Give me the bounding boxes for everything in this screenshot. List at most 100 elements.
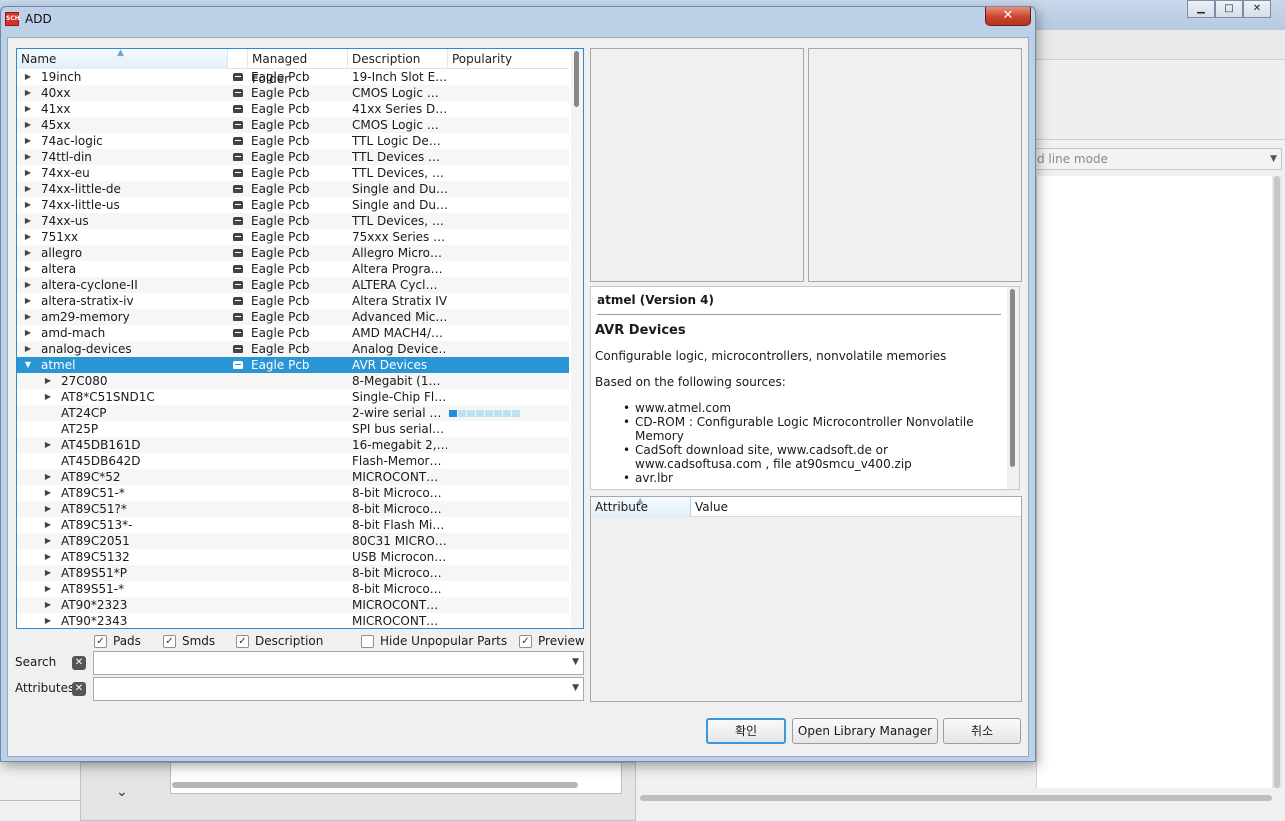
tree-row[interactable]: ▶ 751xx Eagle Pcb 75xxx Series … bbox=[17, 229, 569, 245]
chevron-down-icon[interactable]: ▼ bbox=[572, 683, 579, 693]
description-checkbox[interactable]: ✓ Description bbox=[236, 634, 323, 648]
tree-row[interactable]: ▶ am29-memory Eagle Pcb Advanced Mic… bbox=[17, 309, 569, 325]
tree-row[interactable]: ▶ 74xx-little-us Eagle Pcb Single and Du… bbox=[17, 197, 569, 213]
expand-arrow-icon[interactable]: ▶ bbox=[42, 533, 54, 549]
expand-arrow-icon[interactable]: ▶ bbox=[42, 389, 54, 405]
tree-row[interactable]: ▶ 19inch Eagle Pcb 19-Inch Slot E… bbox=[17, 69, 569, 85]
column-header-value[interactable]: Value bbox=[691, 497, 1021, 517]
tree-vertical-scrollbar[interactable] bbox=[571, 49, 583, 628]
collapse-arrow-icon[interactable]: ▼ bbox=[22, 357, 34, 373]
line-mode-combo[interactable]: d line mode ▼ bbox=[1020, 148, 1282, 170]
attributes-input[interactable]: ▼ bbox=[93, 677, 584, 701]
background-bottom-scrollbar[interactable] bbox=[172, 782, 578, 788]
expand-arrow-icon[interactable]: ▶ bbox=[22, 325, 34, 341]
expand-arrow-icon[interactable]: ▶ bbox=[42, 613, 54, 628]
expand-arrow-icon[interactable]: ▶ bbox=[42, 485, 54, 501]
tree-row[interactable]: ▶ altera-cyclone-II Eagle Pcb ALTERA Cycl… bbox=[17, 277, 569, 293]
tree-row[interactable]: ▶ AT8*C51SND1C Single-Chip Fl… bbox=[17, 389, 569, 405]
expand-arrow-icon[interactable]: ▶ bbox=[22, 149, 34, 165]
hide-unpopular-checkbox[interactable]: Hide Unpopular Parts bbox=[361, 634, 507, 648]
expand-chevron-icon[interactable]: ⌄ bbox=[116, 784, 128, 800]
expand-arrow-icon[interactable]: ▶ bbox=[42, 501, 54, 517]
tree-row[interactable]: ▶ altera Eagle Pcb Altera Progra… bbox=[17, 261, 569, 277]
preview-checkbox[interactable]: ✓ Preview bbox=[519, 634, 585, 648]
clear-search-icon[interactable]: ✕ bbox=[72, 656, 86, 670]
description-check-box[interactable]: ✓ bbox=[236, 634, 249, 648]
column-header-attribute[interactable]: Attribute ▲ bbox=[591, 496, 691, 517]
tree-row[interactable]: ▶ 74xx-little-de Eagle Pcb Single and Du… bbox=[17, 181, 569, 197]
info-vertical-scrollbar[interactable] bbox=[1007, 287, 1019, 489]
tree-row[interactable]: ▶ 74ttl-din Eagle Pcb TTL Devices … bbox=[17, 149, 569, 165]
tree-row[interactable]: ▶ analog-devices Eagle Pcb Analog Device… bbox=[17, 341, 569, 357]
tree-row[interactable]: ▶ AT89C2051 80C31 MICRO… bbox=[17, 533, 569, 549]
tree-row[interactable]: ▶ 45xx Eagle Pcb CMOS Logic … bbox=[17, 117, 569, 133]
hide-unpopular-check-box[interactable] bbox=[361, 634, 374, 648]
pads-checkbox[interactable]: ✓ Pads bbox=[94, 634, 141, 648]
open-library-manager-button[interactable]: Open Library Manager bbox=[792, 718, 938, 744]
expand-arrow-icon[interactable]: ▶ bbox=[22, 117, 34, 133]
expand-arrow-icon[interactable]: ▶ bbox=[22, 213, 34, 229]
tree-row[interactable]: ▶ 74ac-logic Eagle Pcb TTL Logic De… bbox=[17, 133, 569, 149]
column-header-icon[interactable] bbox=[228, 49, 248, 69]
tree-row[interactable]: ▶ AT89C51?* 8-bit Microco… bbox=[17, 501, 569, 517]
background-canvas[interactable] bbox=[1036, 176, 1274, 788]
column-header-popularity[interactable]: Popularity bbox=[448, 49, 569, 69]
tree-row[interactable]: ▶ AT89S51-* 8-bit Microco… bbox=[17, 581, 569, 597]
tree-row[interactable]: ▶ allegro Eagle Pcb Allegro Micro… bbox=[17, 245, 569, 261]
expand-arrow-icon[interactable]: ▶ bbox=[22, 293, 34, 309]
tree-row[interactable]: ▶ AT90*2343 MICROCONT… bbox=[17, 613, 569, 628]
expand-arrow-icon[interactable]: ▶ bbox=[22, 181, 34, 197]
smds-check-box[interactable]: ✓ bbox=[163, 634, 176, 648]
ok-button[interactable]: 확인 bbox=[706, 718, 786, 744]
expand-arrow-icon[interactable]: ▶ bbox=[22, 261, 34, 277]
expand-arrow-icon[interactable]: ▶ bbox=[42, 517, 54, 533]
tree-row[interactable]: ▼ atmel Eagle Pcb AVR Devices bbox=[17, 357, 569, 373]
tree-row[interactable]: ▶ AT89C51-* 8-bit Microco… bbox=[17, 485, 569, 501]
close-icon[interactable]: ✕ bbox=[1243, 0, 1271, 18]
expand-arrow-icon[interactable]: ▶ bbox=[22, 101, 34, 117]
pads-check-box[interactable]: ✓ bbox=[94, 634, 107, 648]
expand-arrow-icon[interactable]: ▶ bbox=[22, 69, 34, 85]
maximize-icon[interactable]: □ bbox=[1215, 0, 1243, 18]
expand-arrow-icon[interactable]: ▶ bbox=[22, 133, 34, 149]
expand-arrow-icon[interactable]: ▶ bbox=[22, 245, 34, 261]
tree-row[interactable]: ▶ 74xx-us Eagle Pcb TTL Devices, … bbox=[17, 213, 569, 229]
search-input[interactable]: ▼ bbox=[93, 651, 584, 675]
tree-row[interactable]: ▶ altera-stratix-iv Eagle Pcb Altera Strati… bbox=[17, 293, 569, 309]
tree-row[interactable]: AT25P SPI bus serial… bbox=[17, 421, 569, 437]
expand-arrow-icon[interactable]: ▶ bbox=[42, 565, 54, 581]
chevron-down-icon[interactable]: ▼ bbox=[572, 657, 579, 667]
tree-row[interactable]: ▶ AT45DB161D 16-megabit 2,… bbox=[17, 437, 569, 453]
expand-arrow-icon[interactable]: ▶ bbox=[42, 581, 54, 597]
expand-arrow-icon[interactable]: ▶ bbox=[22, 341, 34, 357]
dialog-close-button[interactable]: ✕ bbox=[985, 7, 1031, 26]
tree-row[interactable]: ▶ AT89S51*P 8-bit Microco… bbox=[17, 565, 569, 581]
tree-row[interactable]: ▶ 27C080 8-Megabit (1… bbox=[17, 373, 569, 389]
expand-arrow-icon[interactable]: ▶ bbox=[22, 165, 34, 181]
smds-checkbox[interactable]: ✓ Smds bbox=[163, 634, 215, 648]
expand-arrow-icon[interactable]: ▶ bbox=[22, 229, 34, 245]
background-horizontal-scrollbar[interactable] bbox=[640, 795, 1272, 801]
tree-row[interactable]: ▶ AT89C5132 USB Microcon… bbox=[17, 549, 569, 565]
expand-arrow-icon[interactable]: ▶ bbox=[42, 597, 54, 613]
scrollbar-thumb[interactable] bbox=[574, 51, 579, 107]
tree-row[interactable]: ▶ 74xx-eu Eagle Pcb TTL Devices, … bbox=[17, 165, 569, 181]
expand-arrow-icon[interactable]: ▶ bbox=[42, 469, 54, 485]
expand-arrow-icon[interactable]: ▶ bbox=[22, 197, 34, 213]
tree-row[interactable]: ▶ amd-mach Eagle Pcb AMD MACH4/… bbox=[17, 325, 569, 341]
scrollbar-thumb[interactable] bbox=[1010, 289, 1015, 467]
column-header-managed-folder[interactable]: Managed Folder bbox=[248, 49, 348, 86]
tree-row[interactable]: ▶ 41xx Eagle Pcb 41xx Series D… bbox=[17, 101, 569, 117]
tree-row[interactable]: AT24CP 2-wire serial … bbox=[17, 405, 569, 421]
column-header-name[interactable]: Name ▲ bbox=[17, 49, 228, 69]
expand-arrow-icon[interactable]: ▶ bbox=[22, 277, 34, 293]
background-vertical-scrollbar[interactable] bbox=[1272, 176, 1282, 788]
preview-check-box[interactable]: ✓ bbox=[519, 634, 532, 648]
dialog-titlebar[interactable]: SCH ADD ✕ bbox=[1, 7, 1035, 33]
expand-arrow-icon[interactable]: ▶ bbox=[22, 309, 34, 325]
tree-row[interactable]: ▶ AT90*2323 MICROCONT… bbox=[17, 597, 569, 613]
tree-row[interactable]: ▶ AT89C513*- 8-bit Flash Mi… bbox=[17, 517, 569, 533]
library-tree[interactable]: Name ▲ Managed Folder Description Popula… bbox=[16, 48, 584, 629]
expand-arrow-icon[interactable]: ▶ bbox=[42, 373, 54, 389]
tree-row[interactable]: ▶ AT89C*52 MICROCONT… bbox=[17, 469, 569, 485]
